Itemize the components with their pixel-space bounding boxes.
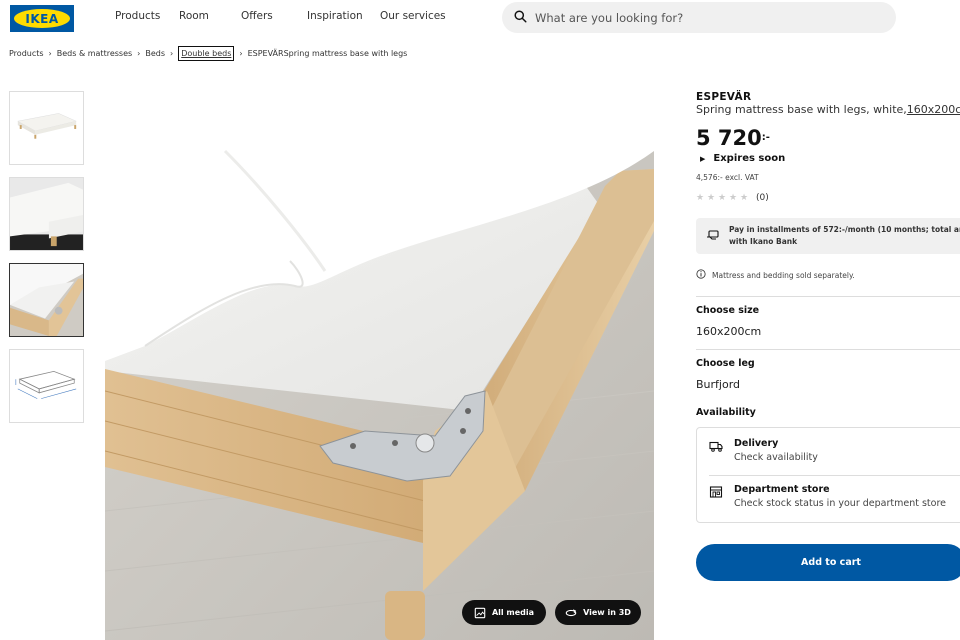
caret-right-icon: ▶ [700,154,706,163]
all-media-button[interactable]: All media [462,600,546,625]
divider [696,296,960,297]
product-desc-text: Spring mattress base with legs, white, [696,103,907,116]
availability-box: Delivery Check availability Department s… [696,427,960,523]
department-store-row[interactable]: Department store Check stock status in y… [709,484,946,509]
expires-soon-label: Expires soon [713,153,786,164]
installments-banner[interactable]: Pay in installments of 572:-/month (10 m… [696,218,960,254]
search-icon [514,8,527,27]
bed-base-thumbnail-image [10,92,83,164]
search-bar[interactable] [502,2,896,33]
product-info-panel: ESPEVÄR Spring mattress base with legs, … [696,91,960,581]
star-icon: ★ [718,192,727,203]
expires-soon-toggle[interactable]: ▶ Expires soon [700,153,785,164]
thumbnail-1[interactable] [9,91,84,165]
delivery-row[interactable]: Delivery Check availability [709,438,818,463]
bed-base-closeup-thumbnail-image [10,178,83,250]
price-suffix: :- [761,132,770,143]
chevron-right-icon: › [48,49,52,58]
payment-icon [706,227,720,246]
sold-separately-note: Mattress and bedding sold separately. [696,269,855,281]
price-excl-vat: 4,576:- excl. VAT [696,173,759,182]
all-media-label: All media [491,608,535,617]
search-input[interactable] [535,10,865,25]
department-store-text: Department store Check stock status in y… [734,484,946,509]
star-icon: ★ [696,192,705,203]
nav-room[interactable]: Room [179,10,209,22]
breadcrumb-beds[interactable]: Beds [145,49,165,58]
nav-offers[interactable]: Offers [241,10,273,22]
star-icon: ★ [740,192,749,203]
breadcrumb-products[interactable]: Products [9,49,44,58]
add-to-cart-button[interactable]: Add to cart [696,544,960,581]
department-store-subtitle: Check stock status in your department st… [734,498,946,509]
chevron-right-icon: › [239,49,243,58]
ikea-logo[interactable]: IKEA [10,5,74,32]
thumbnail-3-active[interactable] [9,263,84,337]
store-icon [709,484,723,509]
installments-line-2: with Ikano Bank [729,237,798,246]
choose-leg-label[interactable]: Choose leg [696,358,755,369]
nav-our-services[interactable]: Our services [380,10,446,22]
nav-products[interactable]: Products [115,10,160,22]
truck-icon [709,438,723,463]
main-product-image[interactable]: All media View in 3D [105,91,654,640]
product-rating[interactable]: ★ ★ ★ ★ ★ (0) [696,193,769,203]
delivery-title: Delivery [734,438,779,449]
breadcrumb-double-beds[interactable]: Double beds [178,46,235,61]
product-price: 5 720 :- [696,126,770,150]
chevron-right-icon: › [170,49,174,58]
logo-oval: IKEA [14,9,70,28]
divider [696,349,960,350]
thumbnail-4[interactable] [9,349,84,423]
view-in-3d-button[interactable]: View in 3D [555,600,641,625]
choose-leg-value[interactable]: Burfjord [696,378,740,391]
installments-line-1: Pay in installments of 572:-/month (10 m… [729,225,960,234]
breadcrumb-current: ESPEVÄRSpring mattress base with legs [247,49,408,58]
department-store-title: Department store [734,484,830,495]
chevron-right-icon: › [137,49,141,58]
thumbnail-2[interactable] [9,177,84,251]
gallery-icon [474,607,486,619]
rating-stars: ★ ★ ★ ★ ★ [696,192,749,203]
dimensions-drawing-thumbnail-image [10,350,83,422]
breadcrumb-beds-mattresses[interactable]: Beds & mattresses [57,49,132,58]
bed-frame-corner-thumbnail-image [10,264,83,336]
rating-count: (0) [756,193,769,203]
installments-text: Pay in installments of 572:-/month (10 m… [729,224,960,248]
star-icon: ★ [729,192,738,203]
price-value: 5 720 [696,126,762,150]
availability-label: Availability [696,407,756,418]
delivery-text: Delivery Check availability [734,438,818,463]
product-size-link[interactable]: 160x200cm [907,103,960,116]
product-name: ESPEVÄR [696,91,752,103]
choose-size-label[interactable]: Choose size [696,305,759,316]
info-icon [696,269,712,281]
logo-text: IKEA [25,11,59,26]
nav-inspiration[interactable]: Inspiration [307,10,363,22]
divider [709,475,960,476]
product-description: Spring mattress base with legs, white,16… [696,103,960,116]
bed-frame-corner-image [105,91,654,640]
delivery-subtitle: Check availability [734,452,818,463]
rotate-3d-icon [565,607,577,619]
star-icon: ★ [707,192,716,203]
view-in-3d-label: View in 3D [583,608,631,617]
choose-size-value[interactable]: 160x200cm [696,325,761,338]
sold-separately-text: Mattress and bedding sold separately. [712,270,855,280]
breadcrumb: Products › Beds & mattresses › Beds › Do… [9,46,407,61]
